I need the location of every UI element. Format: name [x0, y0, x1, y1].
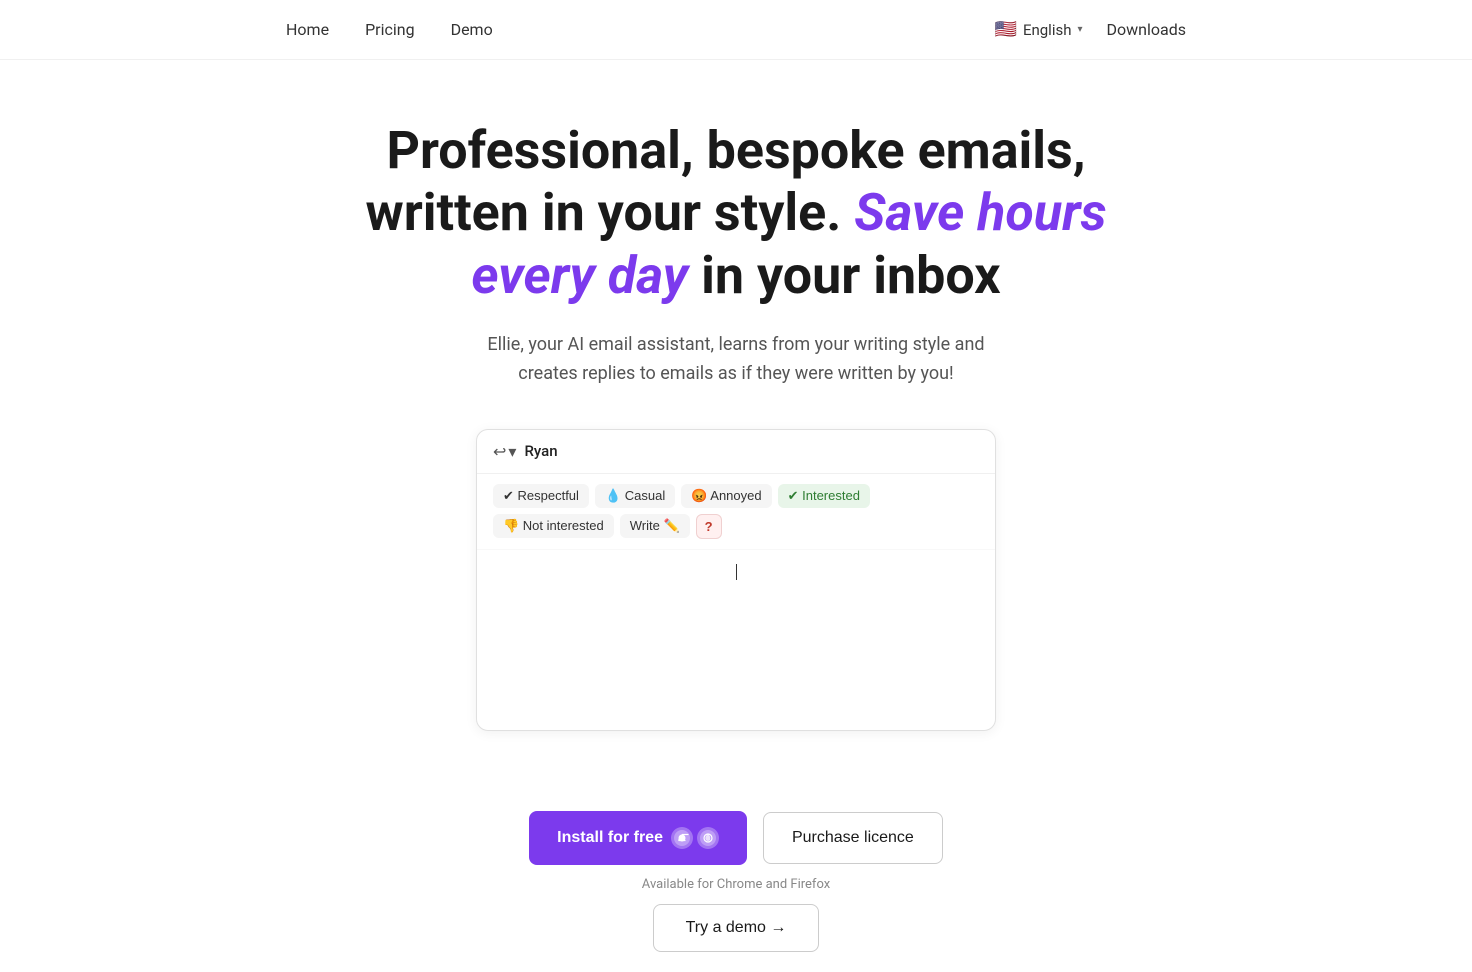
tone-not-interested[interactable]: 👎 Not interested [493, 514, 614, 538]
email-compose-area[interactable] [477, 550, 995, 730]
text-cursor [736, 564, 737, 580]
install-button[interactable]: Install for free [529, 811, 747, 865]
firefox-icon [697, 827, 719, 849]
language-selector[interactable]: 🇺🇸 English ▾ [995, 19, 1083, 40]
email-widget-header: ↩ ▾ Ryan [477, 430, 995, 474]
nav-demo[interactable]: Demo [451, 20, 493, 39]
sender-name: Ryan [524, 442, 557, 460]
cta-buttons: Install for free [529, 811, 943, 865]
hero-title: Professional, bespoke emails, written in… [346, 120, 1126, 307]
back-icon: ↩ [493, 442, 506, 461]
tone-annoyed[interactable]: 😡 Annoyed [681, 484, 771, 508]
nav-home[interactable]: Home [286, 20, 329, 39]
email-widget: ↩ ▾ Ryan ✔ Respectful 💧 Casual 😡 Annoyed… [476, 429, 996, 731]
tone-buttons-row: ✔ Respectful 💧 Casual 😡 Annoyed ✔ Intere… [477, 474, 995, 550]
nav-pricing[interactable]: Pricing [365, 20, 415, 39]
cta-section: Install for free [0, 771, 1472, 972]
flag-icon: 🇺🇸 [995, 19, 1017, 40]
back-button[interactable]: ↩ ▾ [493, 442, 516, 461]
chevron-down-icon: ▾ [1077, 24, 1082, 35]
hero-section: Professional, bespoke emails, written in… [0, 60, 1472, 771]
install-label: Install for free [557, 829, 663, 847]
purchase-button[interactable]: Purchase licence [763, 812, 943, 864]
tone-casual[interactable]: 💧 Casual [595, 484, 675, 508]
tone-interested[interactable]: ✔ Interested [778, 484, 870, 508]
hero-subtitle: Ellie, your AI email assistant, learns f… [476, 331, 996, 389]
chrome-icon [671, 827, 693, 849]
nav-downloads[interactable]: Downloads [1107, 20, 1186, 39]
language-label: English [1023, 21, 1072, 39]
tone-write[interactable]: Write ✏️ [620, 514, 690, 538]
hero-title-part2: in your inbox [701, 245, 1001, 306]
dropdown-icon: ▾ [508, 442, 516, 461]
tone-respectful[interactable]: ✔ Respectful [493, 484, 589, 508]
browser-icons [671, 827, 719, 849]
help-button[interactable]: ? [696, 514, 722, 539]
demo-button[interactable]: Try a demo → [653, 904, 820, 952]
available-text: Available for Chrome and Firefox [642, 877, 830, 892]
